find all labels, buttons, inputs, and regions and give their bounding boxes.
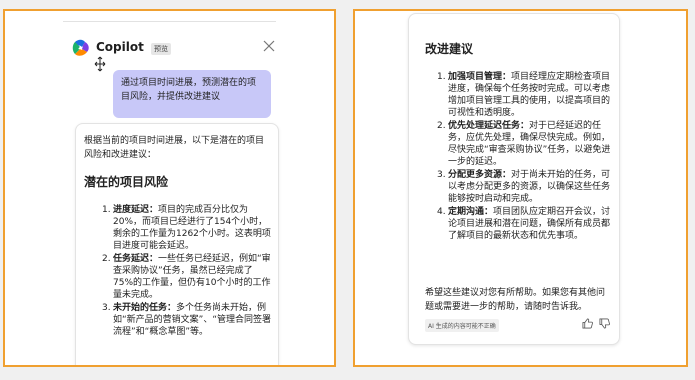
copilot-header: Copilot 预览 <box>71 38 277 58</box>
list-item: 3. 未开始的任务：多个任务尚未开始，例如“新产品的营销文案”、“管理合同签署流程… <box>102 303 271 337</box>
list-item: 4. 定期沟通：项目团队应定期召开会议，讨论项目进展和潜在问题，确保所有成员都了解… <box>437 207 611 241</box>
list-item: 3. 分配更多资源：对于尚未开始的任务，可以考虑分配更多的资源，以确保这些任务能够… <box>437 170 611 204</box>
list-item: 2. 任务延迟：一些任务已经延迟，例如“审查采购协议”任务，虽然已经完成了75%的… <box>102 254 271 300</box>
thumbs-down-icon[interactable] <box>599 318 610 329</box>
suggestion-list: 1. 加强项目管理：项目经理应定期检查项目进度，确保每个任务按时完成。可以考虑增加… <box>437 71 615 243</box>
thumbs-up-icon[interactable] <box>582 318 593 329</box>
pointer-cursor-icon <box>94 56 106 72</box>
list-item: 1. 进度延迟：项目的完成百分比仅为20%，而项目已经进行了154个小时，剩余的工… <box>102 205 271 251</box>
right-screenshot-panel: 改进建议 1. 加强项目管理：项目经理应定期检查项目进度，确保每个任务按时完成。可… <box>353 9 688 367</box>
user-message-bubble: 通过项目时间进展，预测潜在的项目风险，并提供改进建议 <box>113 70 271 118</box>
top-divider <box>63 21 276 22</box>
risk-list: 1. 进度延迟：项目的完成百分比仅为20%，而项目已经进行了154个小时，剩余的工… <box>102 204 272 339</box>
list-item: 2. 优先处理延迟任务：对于已经延迟的任务，应优先处理，确保尽快完成。例如，尽快完… <box>437 121 611 167</box>
response-card: 根据当前的项目时间进展，以下是潜在的项目风险和改进建议： 潜在的项目风险 1. 进… <box>75 123 279 365</box>
list-item: 1. 加强项目管理：项目经理应定期检查项目进度，确保每个任务按时完成。可以考虑增加… <box>437 72 611 118</box>
copilot-logo-icon <box>72 39 89 56</box>
left-screenshot-panel: Copilot 预览 通过项目时间进展，预测潜在的项目风险，并提供改进建议 根据… <box>3 9 336 367</box>
app-title: Copilot <box>96 40 144 54</box>
risk-section-heading: 潜在的项目风险 <box>84 175 169 189</box>
close-icon[interactable] <box>261 38 277 54</box>
ai-disclaimer-badge: AI 生成的内容可能不正确 <box>425 319 499 332</box>
response-card: 改进建议 1. 加强项目管理：项目经理应定期检查项目进度，确保每个任务按时完成。可… <box>408 13 620 345</box>
preview-badge: 预览 <box>151 43 171 55</box>
closing-text: 希望这些建议对您有所帮助。如果您有其他问题或需要进一步的帮助，请随时告诉我。 <box>425 288 606 312</box>
suggestion-section-heading: 改进建议 <box>425 42 474 56</box>
response-intro: 根据当前的项目时间进展，以下是潜在的项目风险和改进建议： <box>84 136 265 160</box>
